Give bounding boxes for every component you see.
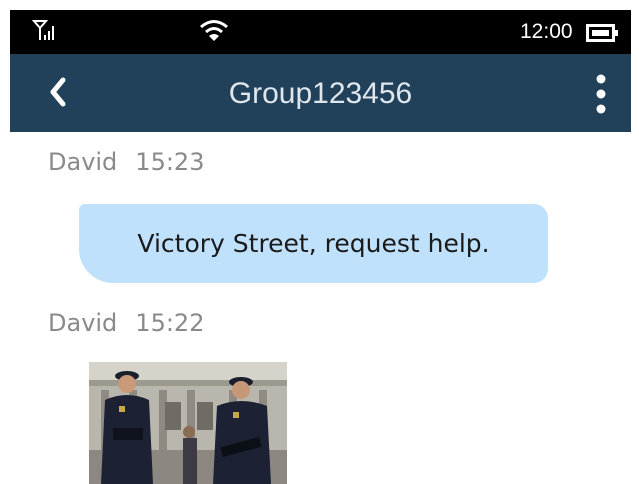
message-bubble[interactable]: Victory Street, request help. xyxy=(79,204,548,283)
status-time: 12:00 xyxy=(520,20,573,43)
message-text: Victory Street, request help. xyxy=(137,229,490,258)
message-image[interactable] xyxy=(89,362,287,484)
more-vertical-icon[interactable] xyxy=(590,70,612,118)
sender-name: David xyxy=(48,309,118,337)
message-time: 15:23 xyxy=(135,148,205,176)
left-margin xyxy=(0,0,10,484)
message-meta: David 15:22 xyxy=(48,308,204,338)
right-margin xyxy=(631,0,639,484)
signal-icon xyxy=(31,18,58,46)
status-bar: 12:00 xyxy=(10,10,631,54)
sender-name: David xyxy=(48,148,118,176)
chat-header: Group123456 xyxy=(10,54,631,132)
chat-screen: 12:00 Group123456 David 15:23 Victory St… xyxy=(0,0,639,484)
group-title: Group123456 xyxy=(228,77,413,110)
battery-icon xyxy=(586,24,620,46)
message-time: 15:22 xyxy=(135,309,205,337)
message-meta: David 15:23 xyxy=(48,147,204,177)
wifi-icon xyxy=(198,18,230,48)
